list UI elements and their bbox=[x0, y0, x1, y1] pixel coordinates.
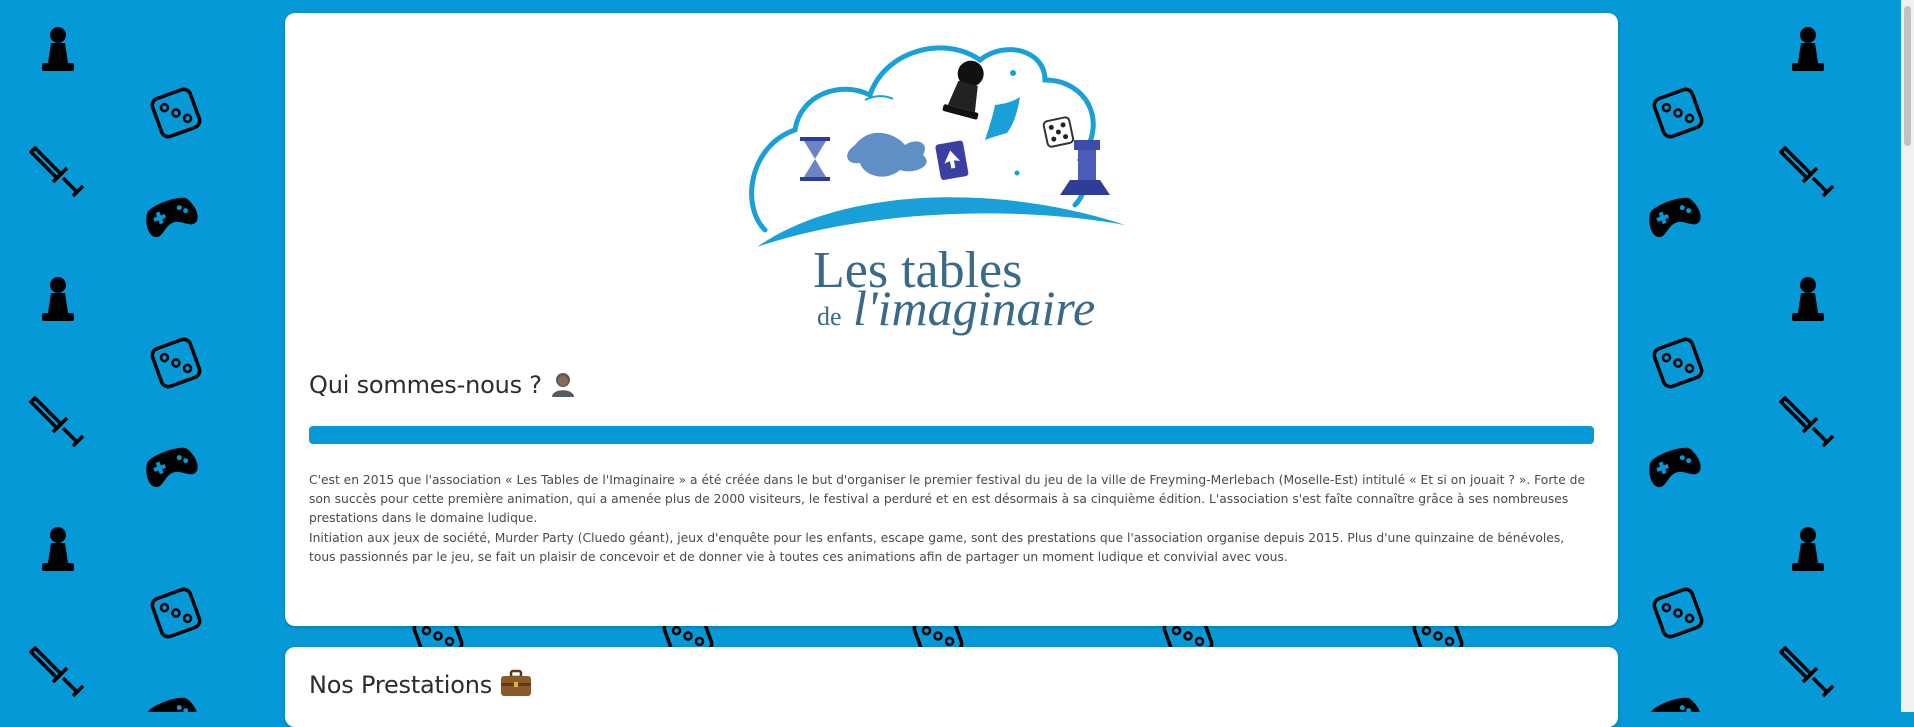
gamepad-icon bbox=[1645, 195, 1703, 239]
pawn-icon bbox=[1788, 525, 1828, 575]
dice-icon bbox=[148, 585, 204, 641]
sword-icon bbox=[1775, 640, 1839, 704]
sword-icon bbox=[25, 390, 89, 454]
page-scrollbar[interactable] bbox=[1901, 0, 1914, 712]
pawn-icon bbox=[38, 275, 78, 325]
sword-icon bbox=[25, 640, 89, 704]
services-title: Nos Prestations bbox=[309, 669, 532, 703]
gamepad-icon bbox=[142, 445, 200, 489]
dice-icon bbox=[1650, 585, 1706, 641]
about-title-text: Qui sommes-nous ? bbox=[309, 371, 542, 399]
pawn-icon bbox=[1788, 25, 1828, 75]
dice-icon bbox=[1650, 335, 1706, 391]
sword-icon bbox=[25, 140, 89, 204]
logo-graphic: Les tables de l'imaginaire bbox=[745, 25, 1145, 345]
about-paragraph: C'est en 2015 que l'association « Les Ta… bbox=[309, 471, 1594, 528]
section-divider bbox=[309, 426, 1594, 444]
services-card: Nos Prestations bbox=[285, 647, 1618, 727]
about-paragraph: Initiation aux jeux de société, Murder P… bbox=[309, 529, 1594, 567]
dice-icon bbox=[148, 85, 204, 141]
dice-icon bbox=[148, 335, 204, 391]
about-title: Qui sommes-nous ? bbox=[309, 371, 576, 403]
about-card: Les tables de l'imaginaire Qui sommes-no… bbox=[285, 13, 1618, 626]
site-logo[interactable]: Les tables de l'imaginaire bbox=[745, 25, 1145, 345]
dice-icon bbox=[1650, 85, 1706, 141]
logo-text-de: de bbox=[817, 302, 842, 331]
sword-icon bbox=[1775, 140, 1839, 204]
pawn-icon bbox=[38, 25, 78, 75]
gamepad-icon bbox=[1645, 445, 1703, 489]
briefcase-icon bbox=[500, 669, 532, 703]
sword-icon bbox=[1775, 390, 1839, 454]
gamepad-icon bbox=[1645, 695, 1703, 712]
pawn-icon bbox=[38, 525, 78, 575]
services-title-text: Nos Prestations bbox=[309, 671, 492, 699]
gamepad-icon bbox=[142, 195, 200, 239]
pawn-icon bbox=[1788, 275, 1828, 325]
logo-text-line2: l'imaginaire bbox=[853, 280, 1095, 336]
person-icon bbox=[550, 371, 576, 403]
scrollbar-thumb[interactable] bbox=[1904, 6, 1911, 146]
gamepad-icon bbox=[142, 695, 200, 712]
